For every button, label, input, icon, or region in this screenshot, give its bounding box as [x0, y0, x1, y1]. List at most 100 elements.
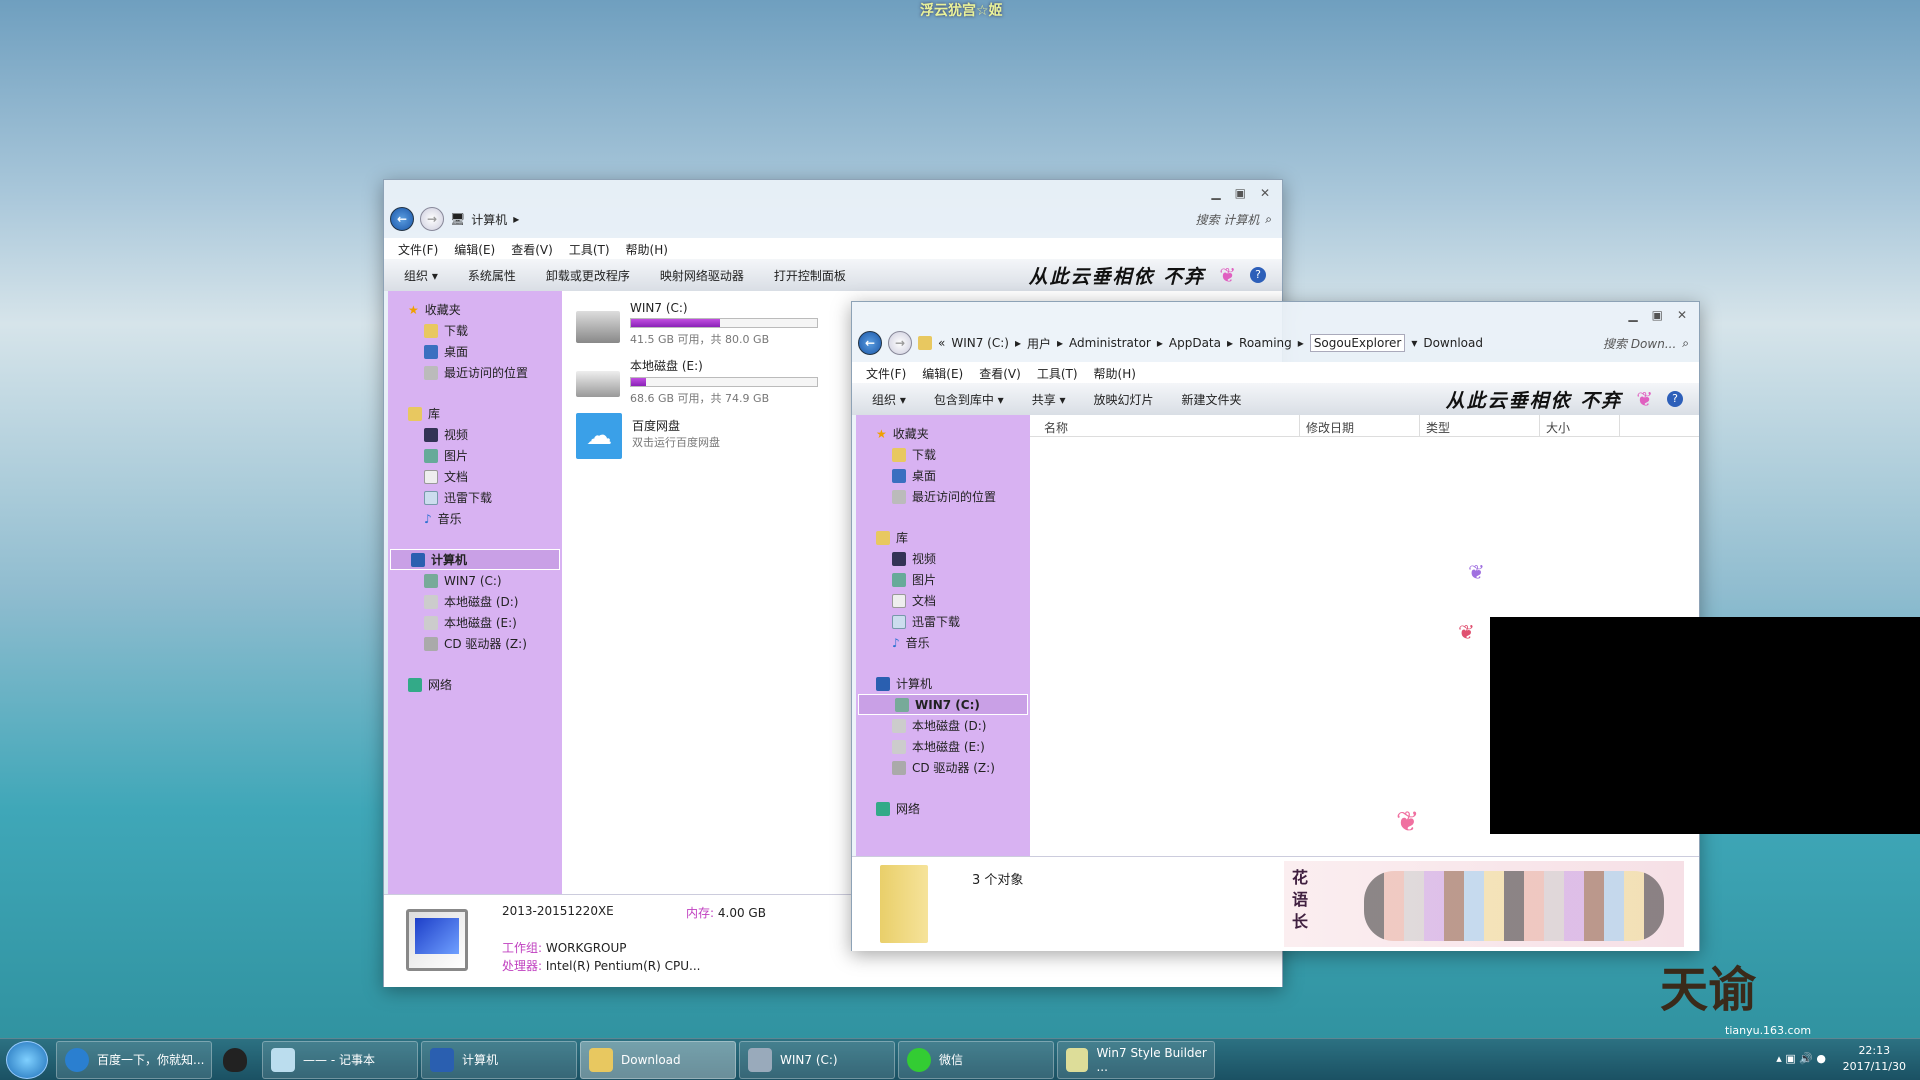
forward-button[interactable]: →: [888, 331, 912, 355]
column-date[interactable]: 修改日期: [1300, 415, 1420, 436]
include-library-button[interactable]: 包含到库中 ▾: [934, 391, 1004, 408]
breadcrumb-item[interactable]: 计算机: [471, 211, 507, 228]
nav-drive-e[interactable]: 本地磁盘 (E:): [856, 736, 1030, 757]
nav-thunder[interactable]: 迅雷下载: [388, 487, 562, 508]
address-bar[interactable]: ← → « WIN7 (C:) ▸ 用户 ▸ Administrator ▸ AppD…: [858, 329, 1689, 357]
menu-view[interactable]: 查看(V): [979, 365, 1021, 382]
breadcrumb-item[interactable]: 用户: [1027, 335, 1051, 352]
nav-drive-d[interactable]: 本地磁盘 (D:): [388, 591, 562, 612]
taskbar-item-sogou[interactable]: 百度一下，你就知...: [56, 1040, 212, 1079]
nav-libraries[interactable]: 库: [388, 403, 562, 424]
organize-button[interactable]: 组织 ▾: [404, 267, 438, 284]
nav-drive-c[interactable]: WIN7 (C:): [388, 570, 562, 591]
slideshow-button[interactable]: 放映幻灯片: [1094, 391, 1154, 408]
breadcrumb-item[interactable]: Roaming: [1239, 336, 1292, 350]
menu-file[interactable]: 文件(F): [866, 365, 906, 382]
back-button[interactable]: ←: [390, 207, 414, 231]
menu-help[interactable]: 帮助(H): [1094, 365, 1136, 382]
minimize-button[interactable]: ▁: [1628, 308, 1637, 322]
breadcrumb-item[interactable]: Administrator: [1069, 336, 1151, 350]
nav-drive-z[interactable]: CD 驱动器 (Z:): [856, 757, 1030, 778]
clock-date[interactable]: 2017/11/30: [1843, 1059, 1906, 1075]
menu-tools[interactable]: 工具(T): [569, 241, 610, 258]
nav-drive-d[interactable]: 本地磁盘 (D:): [856, 715, 1030, 736]
nav-thunder[interactable]: 迅雷下载: [856, 611, 1030, 632]
map-drive-button[interactable]: 映射网络驱动器: [660, 267, 744, 284]
column-name[interactable]: 名称: [1030, 415, 1300, 436]
clock-time[interactable]: 22:13: [1843, 1043, 1906, 1059]
nav-videos[interactable]: 视频: [856, 548, 1030, 569]
taskbar-item-download[interactable]: Download: [580, 1040, 736, 1079]
menu-tools[interactable]: 工具(T): [1037, 365, 1078, 382]
column-type[interactable]: 类型: [1420, 415, 1540, 436]
nav-pictures[interactable]: 图片: [388, 445, 562, 466]
maximize-button[interactable]: ▣: [1235, 186, 1246, 200]
search-input[interactable]: 搜索 Down...: [1603, 335, 1676, 352]
view-options-butterfly-icon[interactable]: ❦: [1636, 387, 1653, 411]
view-options-butterfly-icon[interactable]: ❦: [1219, 263, 1236, 287]
breadcrumb-item[interactable]: AppData: [1169, 336, 1221, 350]
uninstall-button[interactable]: 卸载或更改程序: [546, 267, 630, 284]
nav-downloads[interactable]: 下载: [856, 444, 1030, 465]
baidu-netdisk-tile[interactable]: ☁ 百度网盘 双击运行百度网盘: [576, 413, 720, 459]
nav-music[interactable]: ♪ 音乐: [856, 632, 1030, 653]
nav-recent[interactable]: 最近访问的位置: [856, 486, 1030, 507]
new-folder-button[interactable]: 新建文件夹: [1182, 391, 1242, 408]
search-icon[interactable]: ⌕: [1265, 212, 1272, 227]
organize-button[interactable]: 组织 ▾: [872, 391, 906, 408]
menu-help[interactable]: 帮助(H): [626, 241, 668, 258]
nav-downloads[interactable]: 下载: [388, 320, 562, 341]
nav-documents[interactable]: 文档: [388, 466, 562, 487]
start-button[interactable]: [6, 1040, 48, 1079]
drive-usage-fill: [631, 378, 646, 386]
back-button[interactable]: ←: [858, 331, 882, 355]
taskbar-item-win7c[interactable]: WIN7 (C:): [739, 1040, 895, 1079]
breadcrumb-overflow[interactable]: «: [938, 336, 945, 350]
help-icon[interactable]: ?: [1250, 267, 1266, 283]
nav-drive-c[interactable]: WIN7 (C:): [858, 694, 1028, 715]
close-button[interactable]: ✕: [1677, 308, 1687, 322]
taskbar-item-style-builder[interactable]: Win7 Style Builder ...: [1057, 1040, 1215, 1079]
nav-computer[interactable]: 计算机: [856, 673, 1030, 694]
breadcrumb-item[interactable]: SogouExplorer: [1309, 334, 1406, 352]
breadcrumb-item[interactable]: WIN7 (C:): [951, 336, 1009, 350]
share-button[interactable]: 共享 ▾: [1032, 391, 1066, 408]
search-icon[interactable]: ⌕: [1682, 336, 1689, 351]
nav-desktop[interactable]: 桌面: [856, 465, 1030, 486]
breadcrumb-item[interactable]: Download: [1423, 336, 1483, 350]
drive-c-tile[interactable]: WIN7 (C:) 41.5 GB 可用，共 80.0 GB: [576, 301, 818, 347]
taskbar-item-computer[interactable]: 计算机: [421, 1040, 577, 1079]
help-icon[interactable]: ?: [1667, 391, 1683, 407]
nav-favorites[interactable]: ★ 收藏夹: [856, 423, 1030, 444]
nav-network[interactable]: 网络: [856, 798, 1030, 819]
menu-file[interactable]: 文件(F): [398, 241, 438, 258]
menu-edit[interactable]: 编辑(E): [454, 241, 495, 258]
menu-view[interactable]: 查看(V): [511, 241, 553, 258]
control-panel-button[interactable]: 打开控制面板: [774, 267, 846, 284]
column-size[interactable]: 大小: [1540, 415, 1620, 436]
forward-button[interactable]: →: [420, 207, 444, 231]
nav-favorites[interactable]: ★ 收藏夹: [388, 299, 562, 320]
drive-e-tile[interactable]: 本地磁盘 (E:) 68.6 GB 可用，共 74.9 GB: [576, 357, 818, 406]
taskbar-item-notepad[interactable]: —— - 记事本: [262, 1040, 418, 1079]
menu-edit[interactable]: 编辑(E): [922, 365, 963, 382]
nav-drive-e[interactable]: 本地磁盘 (E:): [388, 612, 562, 633]
tray-icons[interactable]: ▴ ▣ 🔊 ●: [1776, 1051, 1826, 1067]
minimize-button[interactable]: ▁: [1211, 186, 1220, 200]
nav-recent[interactable]: 最近访问的位置: [388, 362, 562, 383]
maximize-button[interactable]: ▣: [1652, 308, 1663, 322]
system-properties-button[interactable]: 系统属性: [468, 267, 516, 284]
nav-drive-z[interactable]: CD 驱动器 (Z:): [388, 633, 562, 654]
nav-videos[interactable]: 视频: [388, 424, 562, 445]
taskbar-item-wechat[interactable]: 微信: [898, 1040, 1054, 1079]
nav-pictures[interactable]: 图片: [856, 569, 1030, 590]
nav-computer[interactable]: 计算机: [390, 549, 560, 570]
nav-documents[interactable]: 文档: [856, 590, 1030, 611]
close-button[interactable]: ✕: [1260, 186, 1270, 200]
nav-network[interactable]: 网络: [388, 674, 562, 695]
nav-libraries[interactable]: 库: [856, 527, 1030, 548]
taskbar-item-qq[interactable]: [215, 1041, 259, 1079]
nav-desktop[interactable]: 桌面: [388, 341, 562, 362]
nav-music[interactable]: ♪ 音乐: [388, 508, 562, 529]
search-input[interactable]: 搜索 计算机: [1195, 211, 1259, 228]
